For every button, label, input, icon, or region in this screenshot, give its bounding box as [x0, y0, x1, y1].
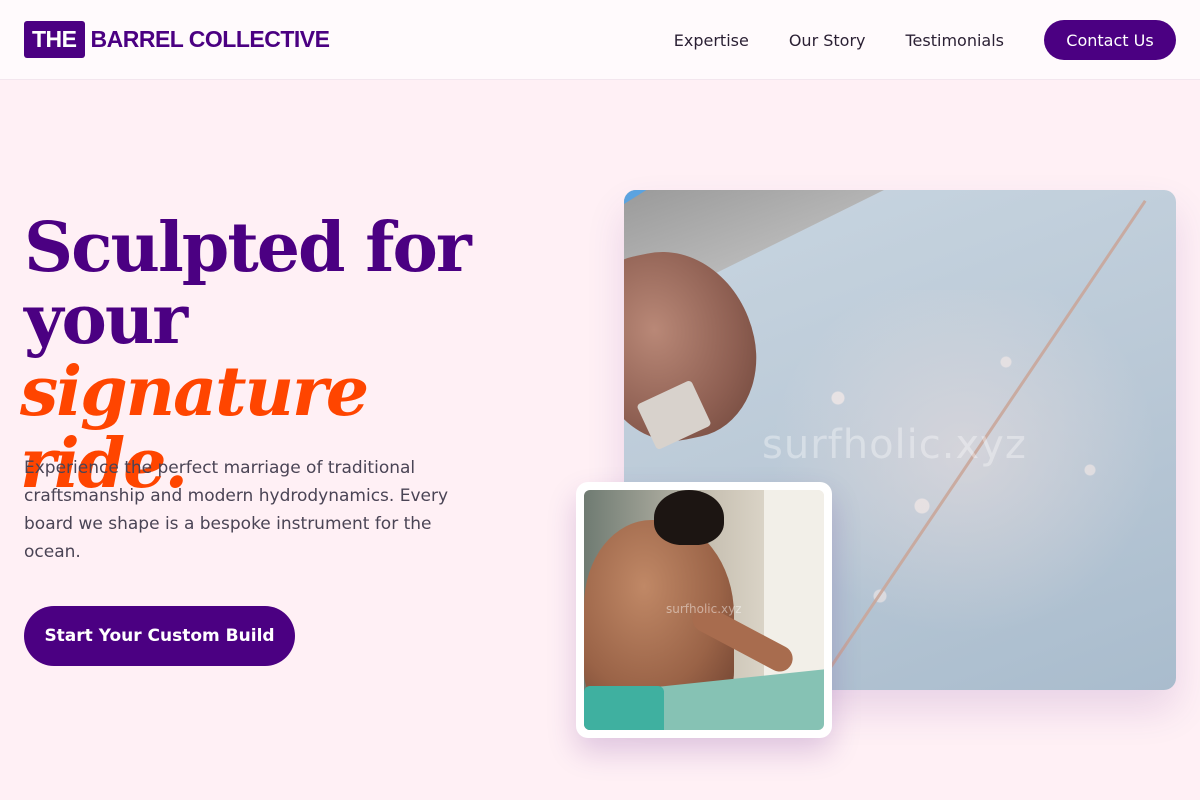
photo-watermark: surfholic.xyz — [762, 422, 1027, 468]
shaper-shorts — [584, 686, 664, 730]
headline-line-1: Sculpted for — [24, 208, 472, 288]
nav-link-expertise[interactable]: Expertise — [674, 31, 749, 50]
hero-description: Experience the perfect marriage of tradi… — [24, 458, 449, 562]
logo-wordmark: BARREL COLLECTIVE — [90, 26, 330, 52]
shaper-portrait-card: surfholic.xyz — [576, 482, 832, 738]
nav-link-testimonials[interactable]: Testimonials — [906, 31, 1005, 50]
inset-watermark: surfholic.xyz — [666, 602, 742, 616]
start-custom-build-button[interactable]: Start Your Custom Build — [24, 606, 295, 666]
contact-us-button[interactable]: Contact Us — [1044, 20, 1176, 60]
headline-line-2: your — [24, 280, 188, 360]
shaper-head — [654, 490, 724, 545]
main-nav: Expertise Our Story Testimonials Contact… — [674, 20, 1176, 60]
logo-mark: THE — [24, 21, 85, 58]
shaper-portrait-photo: surfholic.xyz — [584, 490, 824, 730]
site-header: THE BARREL COLLECTIVE Expertise Our Stor… — [0, 0, 1200, 80]
brand-logo[interactable]: THE BARREL COLLECTIVE — [24, 21, 330, 58]
nav-link-our-story[interactable]: Our Story — [789, 31, 866, 50]
